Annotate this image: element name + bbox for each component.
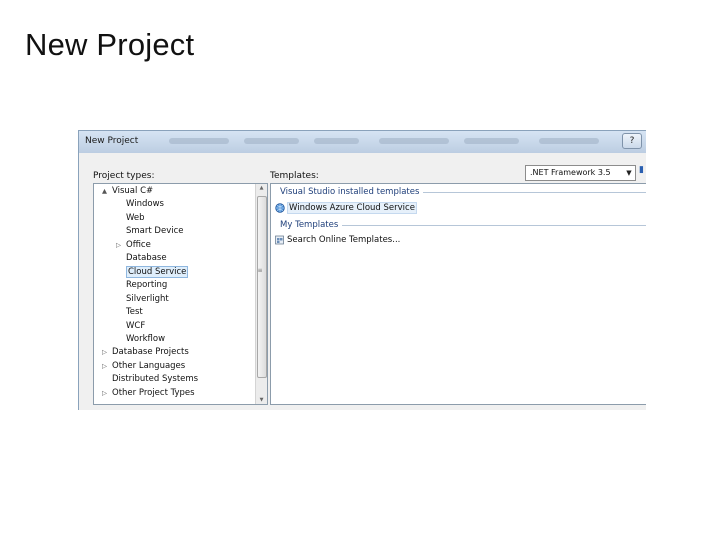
new-project-dialog: New Project ? Project types: Templates: … <box>78 130 646 410</box>
expand-arrow-icon[interactable]: ▷ <box>102 361 107 372</box>
template-item-search-online[interactable]: Search Online Templates... <box>275 235 400 245</box>
templates-list[interactable]: Visual Studio installed templates Window… <box>270 183 646 405</box>
installed-templates-header: Visual Studio installed templates <box>280 187 646 197</box>
tree-item-label: Other Project Types <box>112 387 195 398</box>
tree-item-label: Test <box>126 307 143 318</box>
templates-label: Templates: <box>270 171 319 181</box>
my-templates-header-label: My Templates <box>280 220 339 230</box>
expand-arrow-icon[interactable]: ▷ <box>102 347 107 358</box>
framework-value: .NET Framework 3.5 <box>530 168 611 177</box>
tree-item[interactable]: Silverlight <box>126 294 169 305</box>
scroll-grip-icon: ≡ <box>257 267 263 274</box>
divider <box>342 224 646 226</box>
tree-item-label: Workflow <box>126 333 166 344</box>
scroll-up-icon[interactable]: ▲ <box>257 185 266 191</box>
tree-item[interactable]: Cloud Service <box>126 265 189 278</box>
my-templates-header: My Templates <box>280 220 646 230</box>
slide-title: New Project <box>25 27 195 62</box>
installed-templates-header-label: Visual Studio installed templates <box>280 187 420 197</box>
template-item-label: Windows Azure Cloud Service <box>287 202 417 214</box>
tree-item[interactable]: ▷ Other Languages <box>102 360 186 372</box>
scroll-down-icon[interactable]: ▼ <box>257 397 266 403</box>
dialog-title: New Project <box>85 136 139 146</box>
view-toggle-icon[interactable]: ▮ <box>639 165 644 175</box>
blurred-tab <box>379 138 449 144</box>
blurred-tab <box>244 138 299 144</box>
project-types-label: Project types: <box>93 171 155 181</box>
tree-item[interactable]: Database <box>126 253 167 264</box>
tree-item[interactable]: WCF <box>126 321 145 332</box>
tree-item[interactable]: Workflow <box>126 334 165 345</box>
tree-item-label: Visual C# <box>112 186 154 196</box>
tree-item-label: Database Projects <box>112 347 189 358</box>
tree-item-label: Cloud Service <box>126 265 189 278</box>
search-templates-icon <box>275 235 284 245</box>
tree-item[interactable]: Smart Device <box>126 226 183 237</box>
tree-item-label: WCF <box>126 320 146 331</box>
tree-item-label: Office <box>126 239 151 250</box>
vertical-scrollbar[interactable]: ▲ ≡ ▼ <box>255 184 267 404</box>
template-item-azure-cloud-service[interactable]: Windows Azure Cloud Service <box>275 202 417 214</box>
tree-item[interactable]: ▲ Visual C# <box>102 186 154 197</box>
dropdown-arrow-icon[interactable]: ▼ <box>623 166 635 180</box>
blurred-tab <box>314 138 359 144</box>
tree-item-label: Windows <box>126 199 164 210</box>
blurred-tab <box>539 138 599 144</box>
expand-arrow-icon[interactable]: ▷ <box>116 240 121 251</box>
tree-item[interactable]: Windows <box>126 199 164 210</box>
project-types-tree[interactable]: ▲ Visual C# Windows Web Smart Device ▷ Office D… <box>93 183 268 405</box>
framework-select[interactable]: .NET Framework 3.5 ▼ <box>525 165 636 181</box>
blurred-tab <box>464 138 519 144</box>
help-button[interactable]: ? <box>622 133 642 149</box>
tree-item[interactable]: Test <box>126 307 143 318</box>
tree-item-label: Web <box>126 212 145 223</box>
scroll-thumb[interactable] <box>257 196 267 378</box>
tree-item[interactable]: ▷ Office <box>116 239 151 251</box>
tree-item-label: Distributed Systems <box>112 374 199 385</box>
tree-item-label: Smart Device <box>126 226 184 237</box>
tree-item[interactable]: Web <box>126 213 145 224</box>
divider <box>423 191 646 193</box>
collapse-arrow-icon[interactable]: ▲ <box>102 186 107 197</box>
expand-arrow-icon[interactable]: ▷ <box>102 388 107 399</box>
tree-item-label: Reporting <box>126 280 168 291</box>
tree-item[interactable]: ▷ Other Project Types <box>102 387 195 399</box>
tree-item-label: Database <box>126 253 167 264</box>
template-item-label: Search Online Templates... <box>287 235 401 245</box>
tree-item[interactable]: ▷ Database Projects <box>102 347 189 358</box>
tree-item-label: Other Languages <box>112 360 186 371</box>
globe-icon <box>275 203 285 213</box>
tree-item-label: Silverlight <box>126 293 169 304</box>
dialog-titlebar[interactable]: New Project ? <box>79 131 646 153</box>
tree-item[interactable]: Distributed Systems <box>112 374 198 385</box>
tree-item[interactable]: Reporting <box>126 280 167 291</box>
blurred-tab <box>169 138 229 144</box>
